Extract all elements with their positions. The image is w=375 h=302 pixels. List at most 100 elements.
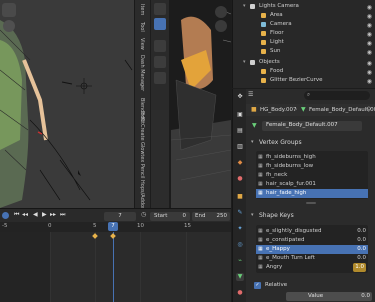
next-keyframe-icon[interactable]: ▸▸ [50,211,56,218]
visibility-icon[interactable]: ◉ [367,48,372,57]
shape-key-list[interactable]: ▦ e_slightly_disgusted 0.0 ▦ e_constipat… [256,225,368,273]
left-3d-viewport[interactable] [0,0,150,208]
outliner-row-light[interactable]: Light ◉ [233,38,375,47]
outliner-row-lights-camera[interactable]: ▾ Lights Camera ◉ [233,2,375,11]
shape-key-value[interactable]: 0.0 [357,236,366,245]
constraints-tab-icon[interactable]: ⌁ [236,257,244,265]
shape-keys-header[interactable]: ▾ Shape Keys [246,210,375,221]
vertex-group-list[interactable]: ▦ fh_sideburns_high ▦ fh_sideburns_low ▦… [256,151,368,199]
play-icon[interactable]: ▶ [42,211,47,218]
timeline-ruler[interactable]: -5 0 5 10 15 7 [0,222,231,232]
mesh-name-field[interactable]: Female_Body_Default.007 [262,121,362,131]
breadcrumb-data[interactable]: Female_Body_Default.007 [309,104,375,116]
current-frame-field[interactable]: 7 [104,212,136,221]
outliner-row-food[interactable]: Food ◉ [233,67,375,76]
side-tab-edit[interactable]: Edit [139,112,145,122]
outliner-row-objects[interactable]: ▾ Objects ◉ [233,58,375,67]
side-tab-glowtex-pencil[interactable]: Glowtex Pencil [139,142,145,179]
list-item[interactable]: ▦ Angry 1.0 [256,263,368,272]
breadcrumb-object[interactable]: HG_Body.007 [260,104,297,116]
annotate-tool-icon[interactable] [154,56,166,68]
list-item[interactable]: ▦ e_constipated 0.0 [256,236,368,245]
measure-tool-icon[interactable] [154,72,166,84]
output-tab-icon[interactable]: ▤ [236,127,244,135]
camera-view-icon[interactable] [215,6,227,18]
playhead-line[interactable] [113,232,114,302]
physics-tab-icon[interactable]: ◎ [236,241,244,249]
list-item[interactable]: ▦ fh_sideburns_high [256,153,368,162]
breadcrumb-separator-icon: › [295,106,298,113]
select-tool-icon[interactable] [154,3,166,15]
mesh-datablock-icon[interactable]: ▼ [252,122,257,129]
record-button[interactable] [2,212,9,219]
side-tab-item[interactable]: Item [139,4,145,15]
relative-checkbox-row[interactable]: ✓ Relative [254,281,314,290]
list-item[interactable]: ▦ e_Mouth Turn Left 0.0 [256,254,368,263]
cursor-tool-icon[interactable] [154,18,166,30]
list-item[interactable]: ▦ hair_scalp_fur.001 [256,180,368,189]
outliner-row-glitter[interactable]: Glitter BezierCurve ◉ [233,76,375,85]
material-tab-icon[interactable]: ● [236,289,244,297]
side-tab-view[interactable]: View [139,38,145,50]
modifier-tab-icon[interactable]: ✎ [236,209,244,217]
timeline-body[interactable] [0,232,231,302]
keyframe-marker-icon[interactable] [110,233,116,239]
move-tool-icon[interactable] [154,40,166,52]
vertex-groups-header[interactable]: ▾ Vertex Groups [246,137,375,148]
list-item-label: e_Mouth Turn Left [266,255,315,261]
play-reverse-icon[interactable]: ◀ [33,211,38,218]
editor-type-icon[interactable]: ☰ [248,91,260,101]
ruler-tick: 15 [184,223,191,229]
list-item[interactable]: ▦ fh_neck [256,171,368,180]
viewport-nav-gizmo[interactable] [214,4,228,44]
move-gizmo-icon[interactable] [3,20,15,32]
list-item-selected[interactable]: ▦ e_Happy 0.0 [256,245,368,254]
world-tab-icon[interactable]: ● [236,175,244,183]
list-item[interactable]: ▦ e_slightly_disgusted 0.0 [256,227,368,236]
jump-end-icon[interactable]: ⏭ [60,211,65,219]
relative-checkbox[interactable]: ✓ [254,282,261,289]
start-frame-field[interactable]: Start 0 [150,212,190,221]
list-item-label: e_Happy [266,246,290,252]
grid-view-icon[interactable] [215,20,227,32]
pin-icon[interactable]: ⚲ [367,104,371,116]
viewport-header-icons[interactable] [2,3,16,17]
outliner-row-area[interactable]: Area ◉ [233,11,375,20]
tool-tab-icon[interactable]: ✥ [236,93,244,101]
mesh-data-tab-icon[interactable]: ▼ [236,273,244,281]
render-tab-icon[interactable]: ▣ [236,111,244,119]
collapse-arrow-icon[interactable]: ▾ [243,58,246,67]
grid-line [140,232,141,302]
side-tab-create[interactable]: Create [139,124,145,141]
scene-tab-icon[interactable]: ◆ [236,159,244,167]
outliner-row-floor[interactable]: Floor ◉ [233,29,375,38]
viewport-character-wireframe [0,20,133,208]
playhead-marker[interactable]: 7 [108,222,118,231]
list-item-selected[interactable]: ▦ hair_fade_high [256,189,368,198]
outliner-row-sun[interactable]: Sun ◉ [233,47,375,56]
view-layer-tab-icon[interactable]: ▥ [236,143,244,151]
list-item[interactable]: ▦ fh_sideburns_low [256,162,368,171]
value-slider[interactable]: Value 0.0 [286,292,372,301]
shape-key-value[interactable]: 0.0 [357,254,366,263]
keyframe-marker-icon[interactable] [92,233,98,239]
properties-search-input[interactable]: ⌕ [304,91,370,100]
jump-start-icon[interactable]: ⏮ [14,211,19,219]
clock-icon[interactable]: ◷ [141,211,146,218]
shape-key-value[interactable]: 0.0 [357,227,366,236]
visibility-icon[interactable]: ◉ [367,77,372,86]
outliner-label: Objects [259,59,280,65]
shape-key-value[interactable]: 1.0 [353,263,366,272]
frame-range-shade [0,232,50,302]
prev-keyframe-icon[interactable]: ◂◂ [22,211,28,218]
outliner-row-camera[interactable]: Camera ◉ [233,20,375,29]
shape-key-value[interactable]: 0.0 [357,245,366,254]
object-tab-icon[interactable]: ■ [236,193,244,201]
end-frame-field[interactable]: End 250 [192,212,230,221]
particles-tab-icon[interactable]: ✦ [236,225,244,233]
list-resize-handle[interactable] [306,202,316,204]
side-tab-dash-manager[interactable]: Dash Manager [139,55,145,91]
side-tab-tool[interactable]: Tool [139,22,145,32]
shape-key-icon: ▦ [258,237,263,243]
collapse-arrow-icon[interactable]: ▾ [243,2,246,11]
